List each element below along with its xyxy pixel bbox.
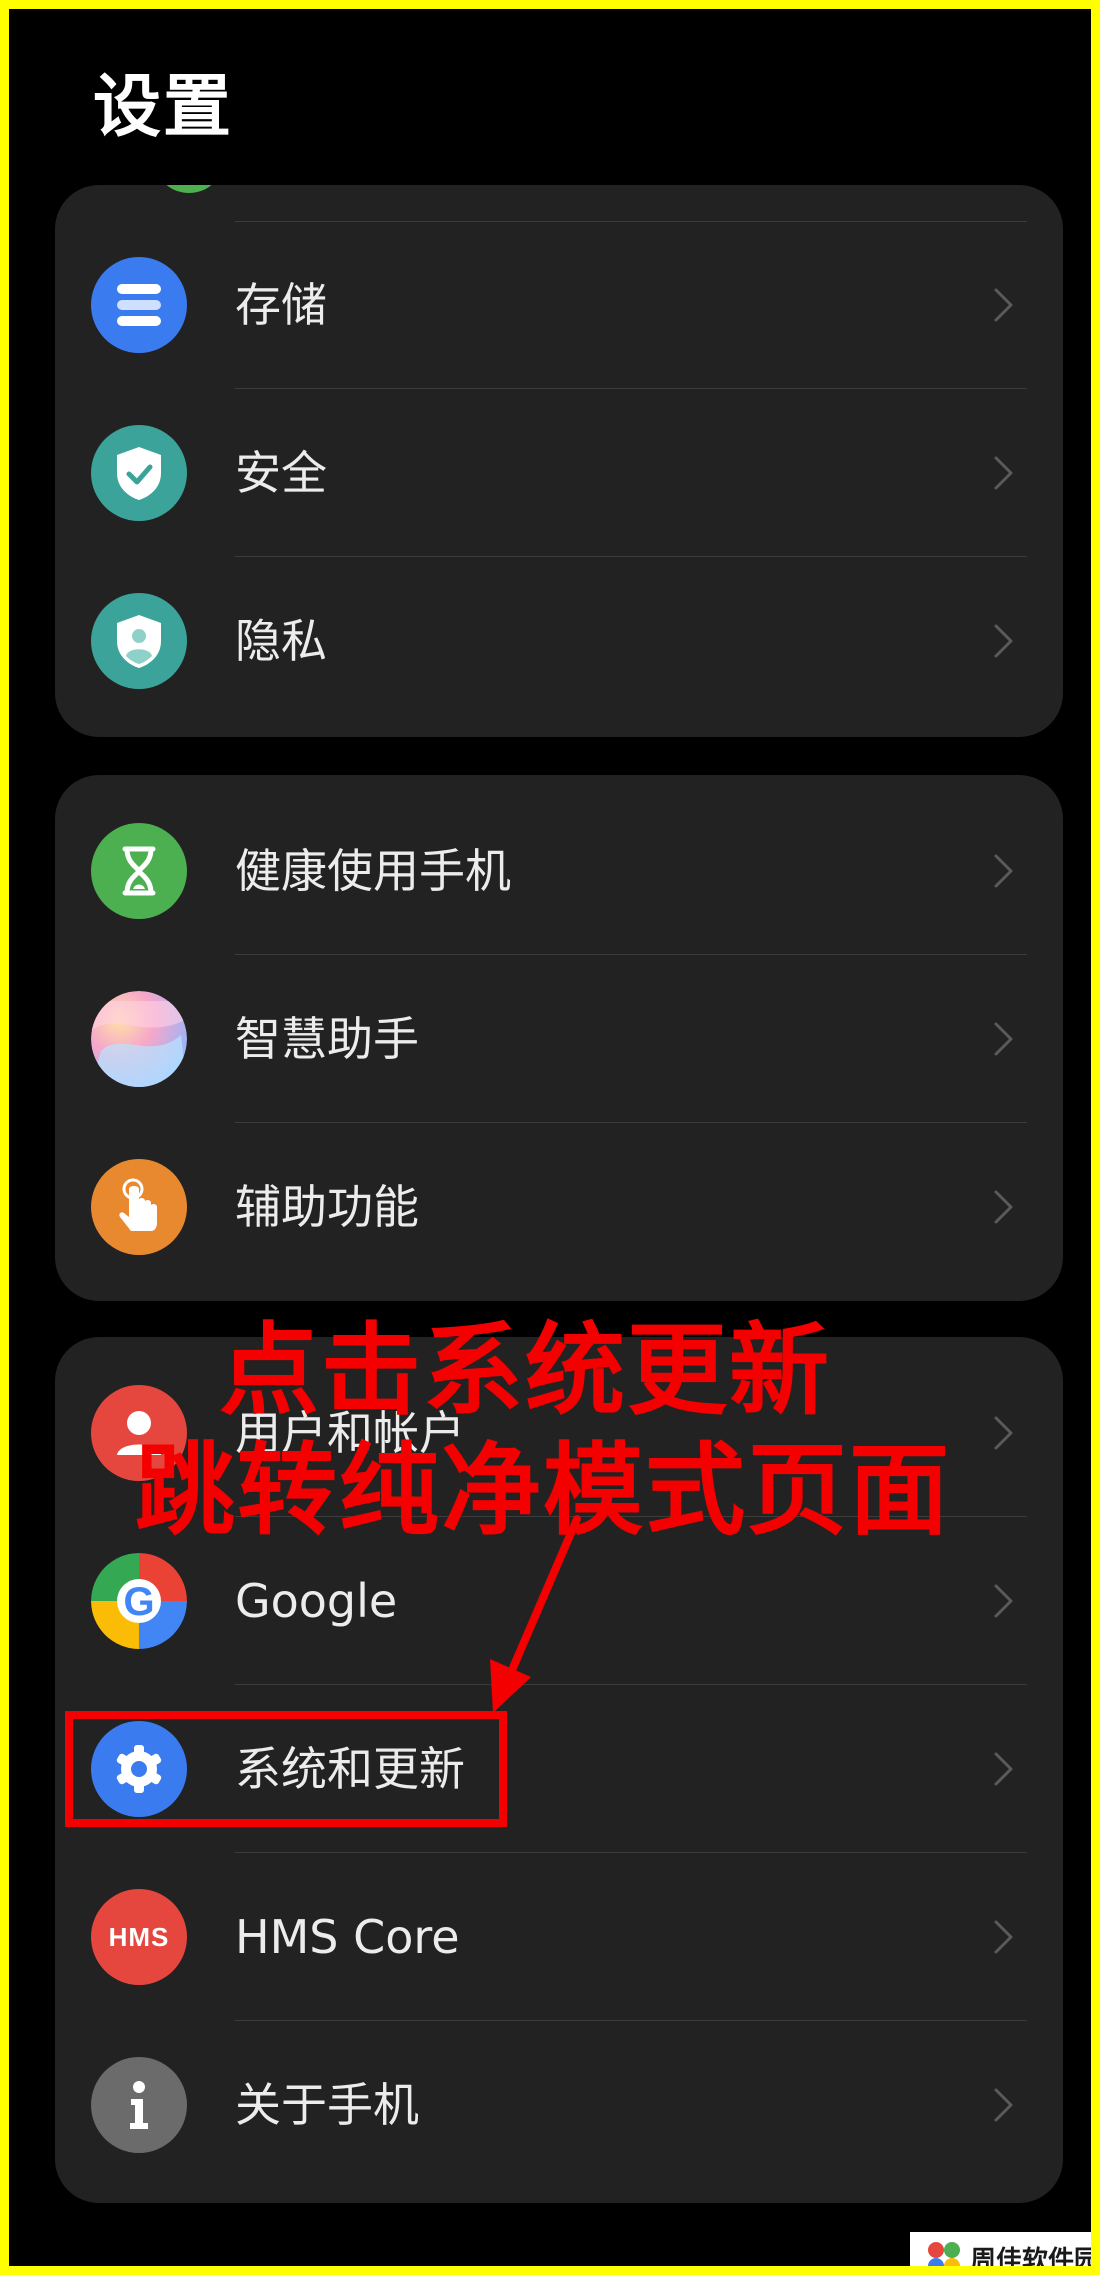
chevron-right-icon <box>994 456 1013 490</box>
hourglass-icon <box>91 823 187 919</box>
chevron-right-icon <box>994 854 1013 888</box>
settings-item-smart-assistant[interactable]: 智慧助手 <box>55 955 1063 1123</box>
chevron-right-icon <box>994 2088 1013 2122</box>
svg-text:G: G <box>123 1580 154 1624</box>
settings-item-label: 健康使用手机 <box>235 844 511 898</box>
storage-icon <box>91 257 187 353</box>
page-title: 设置 <box>93 68 234 147</box>
chevron-right-icon <box>994 1584 1013 1618</box>
settings-item-digital-balance[interactable]: 健康使用手机 <box>55 787 1063 955</box>
chevron-right-icon <box>994 1416 1013 1450</box>
watermark: 周佳软件园 <box>910 2232 1100 2275</box>
settings-item-privacy[interactable]: 隐私 <box>55 557 1063 725</box>
settings-item-storage[interactable]: 存储 <box>55 221 1063 389</box>
annotation-text-line2: 跳转纯净模式页面 <box>135 1431 951 1549</box>
chevron-right-icon <box>994 1190 1013 1224</box>
chevron-right-icon <box>994 1022 1013 1056</box>
settings-item-label: 隐私 <box>235 614 327 668</box>
settings-item-label: 关于手机 <box>235 2078 419 2132</box>
google-icon: G <box>91 1553 187 1649</box>
chevron-right-icon <box>994 1752 1013 1786</box>
settings-group-1: 存储 安全 隐私 <box>55 185 1063 737</box>
settings-item-label: 安全 <box>235 446 327 500</box>
settings-group-2: 健康使用手机 智慧助手 辅助功能 <box>55 775 1063 1301</box>
settings-item-about-phone[interactable]: 关于手机 <box>55 2021 1063 2189</box>
chevron-right-icon <box>994 624 1013 658</box>
assistant-icon <box>91 991 187 1087</box>
hms-icon: HMS <box>91 1889 187 1985</box>
settings-item-label: 智慧助手 <box>235 1012 419 1066</box>
accessibility-hand-icon <box>91 1159 187 1255</box>
screen: 设置 存储 安全 隐私 健康使用手机 智慧助手 辅助功能 用户和帐户 G Goo… <box>0 0 1100 2275</box>
settings-item-hms-core[interactable]: HMS HMS Core <box>55 1853 1063 2021</box>
settings-item-label: HMS Core <box>235 1910 460 1964</box>
settings-item-label: 存储 <box>235 278 327 332</box>
highlight-box <box>65 1711 507 1827</box>
pinwheel-logo-icon <box>927 2242 960 2266</box>
info-icon <box>91 2057 187 2153</box>
privacy-shield-icon <box>91 593 187 689</box>
chevron-right-icon <box>994 288 1013 322</box>
partial-row-icon <box>159 185 219 193</box>
settings-item-security[interactable]: 安全 <box>55 389 1063 557</box>
settings-item-accessibility[interactable]: 辅助功能 <box>55 1123 1063 1291</box>
security-shield-icon <box>91 425 187 521</box>
chevron-right-icon <box>994 1920 1013 1954</box>
settings-item-label: 辅助功能 <box>235 1180 419 1234</box>
hms-icon-text: HMS <box>108 1922 170 1952</box>
watermark-text: 周佳软件园 <box>969 2245 1100 2275</box>
